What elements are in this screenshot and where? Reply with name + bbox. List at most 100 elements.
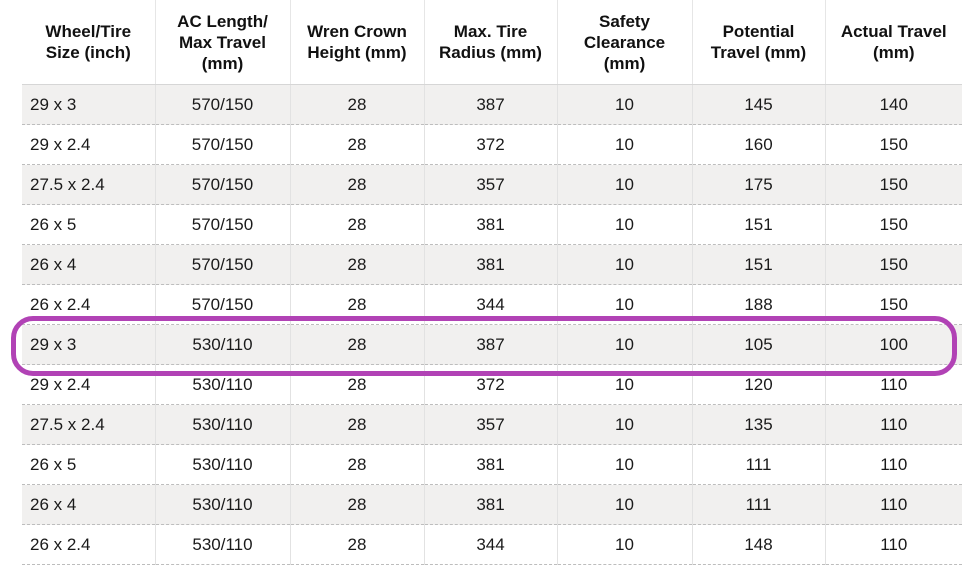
cell-actual-travel: 110 [824, 444, 962, 485]
cell-max-tire-radius: 372 [423, 124, 557, 165]
cell-wren-crown-height: 28 [289, 124, 424, 165]
table-row-highlighted: 29 x 3 530/110 28 387 10 105 100 [22, 324, 962, 365]
header-line: (mm) [872, 43, 915, 62]
cell-potential-travel: 105 [691, 324, 825, 365]
cell-wheel-tire-size: 26 x 4 [22, 244, 155, 285]
cell-ac-length-max-travel: 530/110 [154, 404, 290, 445]
cell-wren-crown-height: 28 [289, 364, 424, 405]
header-line: Clearance [583, 32, 666, 52]
table-row: 26 x 4 570/150 28 381 10 151 150 [22, 244, 962, 285]
cell-actual-travel: 110 [824, 524, 962, 565]
cell-ac-length-max-travel: 530/110 [154, 324, 290, 365]
cell-max-tire-radius: 381 [423, 444, 557, 485]
cell-safety-clearance: 10 [556, 204, 692, 245]
cell-actual-travel: 150 [824, 244, 962, 285]
cell-potential-travel: 188 [691, 284, 825, 325]
cell-ac-length-max-travel: 570/150 [154, 124, 290, 165]
cell-max-tire-radius: 357 [423, 404, 557, 445]
cell-max-tire-radius: 357 [423, 164, 557, 205]
cell-max-tire-radius: 372 [423, 364, 557, 405]
cell-potential-travel: 145 [691, 84, 825, 125]
header-line: Travel (mm) [710, 43, 807, 62]
cell-potential-travel: 151 [691, 244, 825, 285]
cell-max-tire-radius: 387 [423, 84, 557, 125]
cell-actual-travel: 110 [824, 484, 962, 525]
header-line: (mm) [201, 53, 244, 73]
header-line: (mm) [603, 53, 646, 73]
header-wren-crown-height: Wren Crown Height (mm) [289, 0, 424, 85]
cell-wheel-tire-size: 29 x 2.4 [22, 124, 155, 165]
cell-ac-length-max-travel: 530/110 [154, 524, 290, 565]
cell-wheel-tire-size: 26 x 2.4 [22, 524, 155, 565]
header-line: Actual Travel [840, 22, 947, 41]
cell-ac-length-max-travel: 570/150 [154, 84, 290, 125]
cell-ac-length-max-travel: 570/150 [154, 284, 290, 325]
cell-safety-clearance: 10 [556, 404, 692, 445]
header-ac-length-max-travel: AC Length/ Max Travel (mm) [154, 0, 290, 85]
cell-wheel-tire-size: 26 x 4 [22, 484, 155, 525]
travel-spec-table-container: Wheel/Tire Size (inch) AC Length/ Max Tr… [22, 0, 962, 565]
table-row: 26 x 2.4 530/110 28 344 10 148 110 [22, 524, 962, 565]
cell-wheel-tire-size: 26 x 2.4 [22, 284, 155, 325]
header-row: Wheel/Tire Size (inch) AC Length/ Max Tr… [22, 0, 962, 85]
cell-ac-length-max-travel: 530/110 [154, 364, 290, 405]
table-row: 27.5 x 2.4 530/110 28 357 10 135 110 [22, 404, 962, 445]
cell-actual-travel: 150 [824, 204, 962, 245]
cell-wheel-tire-size: 27.5 x 2.4 [22, 164, 155, 205]
cell-safety-clearance: 10 [556, 324, 692, 365]
cell-wren-crown-height: 28 [289, 244, 424, 285]
table-header: Wheel/Tire Size (inch) AC Length/ Max Tr… [22, 0, 962, 85]
cell-ac-length-max-travel: 570/150 [154, 164, 290, 205]
cell-max-tire-radius: 381 [423, 484, 557, 525]
header-line: Height (mm) [307, 43, 407, 62]
header-line: AC Length/ [177, 11, 268, 31]
header-line: Wheel/Tire [45, 22, 132, 41]
header-line: Size (inch) [45, 43, 131, 62]
cell-safety-clearance: 10 [556, 164, 692, 205]
cell-wren-crown-height: 28 [289, 164, 424, 205]
cell-wheel-tire-size: 26 x 5 [22, 204, 155, 245]
cell-actual-travel: 110 [824, 364, 962, 405]
header-wheel-tire-size: Wheel/Tire Size (inch) [22, 0, 155, 85]
cell-max-tire-radius: 344 [423, 284, 557, 325]
header-line: Safety [598, 11, 651, 31]
cell-potential-travel: 160 [691, 124, 825, 165]
cell-max-tire-radius: 344 [423, 524, 557, 565]
header-max-tire-radius: Max. Tire Radius (mm) [423, 0, 557, 85]
cell-ac-length-max-travel: 530/110 [154, 444, 290, 485]
table-row: 26 x 2.4 570/150 28 344 10 188 150 [22, 284, 962, 325]
cell-potential-travel: 148 [691, 524, 825, 565]
cell-wheel-tire-size: 29 x 3 [22, 84, 155, 125]
cell-wren-crown-height: 28 [289, 444, 424, 485]
cell-ac-length-max-travel: 530/110 [154, 484, 290, 525]
table-row: 29 x 2.4 570/150 28 372 10 160 150 [22, 124, 962, 165]
cell-potential-travel: 111 [691, 484, 825, 525]
cell-wheel-tire-size: 29 x 3 [22, 324, 155, 365]
cell-wren-crown-height: 28 [289, 404, 424, 445]
cell-safety-clearance: 10 [556, 364, 692, 405]
cell-safety-clearance: 10 [556, 524, 692, 565]
cell-potential-travel: 151 [691, 204, 825, 245]
header-line: Max Travel [179, 32, 266, 52]
cell-wheel-tire-size: 29 x 2.4 [22, 364, 155, 405]
cell-wren-crown-height: 28 [289, 284, 424, 325]
cell-wren-crown-height: 28 [289, 324, 424, 365]
cell-safety-clearance: 10 [556, 484, 692, 525]
cell-safety-clearance: 10 [556, 284, 692, 325]
cell-safety-clearance: 10 [556, 124, 692, 165]
header-line: Potential [722, 22, 795, 41]
cell-max-tire-radius: 381 [423, 204, 557, 245]
header-line: Wren Crown [307, 22, 407, 41]
cell-wren-crown-height: 28 [289, 84, 424, 125]
cell-actual-travel: 100 [824, 324, 962, 365]
travel-spec-table: Wheel/Tire Size (inch) AC Length/ Max Tr… [22, 0, 962, 565]
cell-safety-clearance: 10 [556, 84, 692, 125]
cell-actual-travel: 150 [824, 164, 962, 205]
table-row: 26 x 5 530/110 28 381 10 111 110 [22, 444, 962, 485]
cell-max-tire-radius: 387 [423, 324, 557, 365]
header-safety-clearance: Safety Clearance (mm) [556, 0, 692, 85]
cell-actual-travel: 150 [824, 124, 962, 165]
header-line: Max. Tire [453, 22, 528, 41]
cell-potential-travel: 135 [691, 404, 825, 445]
table-row: 26 x 5 570/150 28 381 10 151 150 [22, 204, 962, 245]
